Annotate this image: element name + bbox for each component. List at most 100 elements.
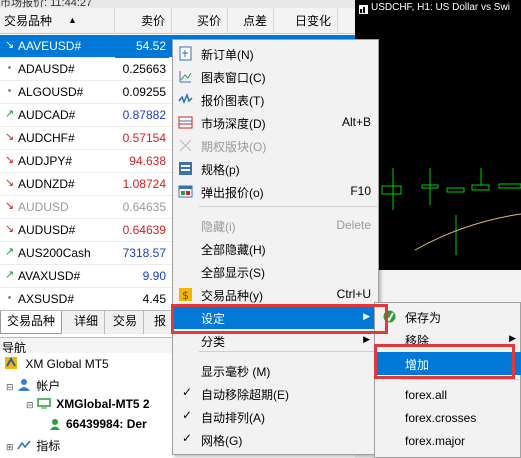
trend-flat-icon: • — [7, 85, 12, 97]
menu-item-grid[interactable]: ✓ 网格(G) — [173, 428, 378, 451]
row-bid: 94.638 — [129, 154, 166, 168]
submenu-separator — [401, 379, 519, 380]
popup-prices-icon — [178, 184, 193, 199]
menu-item-chart-window[interactable]: 图表窗口(C) — [173, 65, 378, 88]
tick-chart-icon — [178, 92, 193, 107]
sort-arrow-icon: ▲ — [68, 15, 77, 25]
tab-trading[interactable]: 交易 — [107, 311, 145, 334]
navigator-item-accounts[interactable]: ⊟ 帐户 — [6, 377, 60, 394]
menu-item-market-depth[interactable]: 市场深度(D) Alt+B — [173, 111, 378, 134]
menu-item-hide[interactable]: 隐藏(i) Delete — [173, 214, 378, 237]
menu-item-auto-remove-expired[interactable]: ✓ 自动移除超期(E) — [173, 382, 378, 405]
trend-up-icon: ↗ — [4, 108, 15, 120]
row-bid: 9.90 — [142, 269, 166, 283]
row-symbol: AAVEUSD# — [18, 39, 82, 53]
navigator-header: 导航 — [0, 337, 175, 355]
menu-separator — [199, 206, 377, 207]
menu-item-label: 自动排列(A) — [201, 411, 265, 425]
menu-item-shortcut: Alt+B — [341, 115, 371, 129]
account-icon — [48, 417, 62, 431]
tree-collapse-icon: ⊟ — [6, 382, 14, 392]
column-header-bid[interactable]: 卖价 — [115, 8, 172, 34]
tree-expand-icon: ⊞ — [6, 442, 14, 452]
menu-item-tick-chart[interactable]: 报价图表(T) — [173, 88, 378, 111]
context-menu: 新订单(N) 图表窗口(C) 报价图表(T) 市场深度(D) Alt+B 期权版块(O) 规… — [172, 39, 379, 455]
chart-window-icon — [178, 69, 193, 84]
tab-symbols[interactable]: 交易品种 — [0, 311, 63, 334]
menu-item-label: 自动移除超期(E) — [201, 388, 289, 402]
row-symbol: AVAXUSD# — [18, 269, 81, 283]
menu-item-options[interactable]: 期权版块(O) — [173, 134, 378, 157]
navigator-item-broker[interactable]: XM Global MT5 — [4, 356, 109, 371]
market-depth-icon — [178, 115, 193, 130]
menu-item-show-milliseconds[interactable]: 显示毫秒 (M) — [173, 359, 378, 382]
row-symbol: AUDJPY# — [18, 154, 73, 168]
submenu-item-forex-all[interactable]: forex.all — [375, 384, 521, 407]
row-symbol: ADAUSD# — [18, 62, 75, 76]
row-symbol: ALGOUSD# — [18, 85, 84, 99]
menu-item-label: 全部显示(S) — [201, 266, 265, 280]
specification-icon — [178, 161, 193, 176]
menu-item-hide-all[interactable]: 全部隐藏(H) — [173, 237, 378, 260]
svg-text:$: $ — [182, 289, 189, 302]
row-bid: 0.87882 — [122, 108, 166, 122]
row-symbol: AUS200Cash — [18, 246, 91, 260]
menu-item-label: 新订单(N) — [201, 48, 254, 62]
column-header-spread[interactable]: 点差 — [228, 8, 274, 34]
row-bid: 0.09255 — [122, 85, 166, 99]
menu-item-label: 图表窗口(C) — [201, 71, 266, 85]
row-symbol: AXSUSD# — [18, 292, 75, 306]
menu-item-label: 全部隐藏(H) — [201, 243, 266, 257]
menu-item-label: 网格(G) — [201, 434, 243, 448]
navigator-item-account-number[interactable]: 66439984: Der — [50, 417, 147, 431]
market-watch-header: 交易品种 ▲ 卖价 买价 点差 日变化 — [0, 8, 355, 34]
highlight-box-add — [374, 344, 515, 379]
row-bid: 4.45 — [142, 292, 166, 306]
menu-item-new-order[interactable]: 新订单(N) — [173, 42, 378, 65]
symbols-icon: $ — [178, 287, 193, 302]
menu-item-label: 隐藏(i) — [201, 220, 236, 234]
trend-down-icon: ↘ — [4, 39, 15, 51]
trend-down-icon: ↘ — [4, 131, 15, 143]
menu-item-symbols[interactable]: $ 交易品种(y) Ctrl+U — [173, 283, 378, 306]
highlight-box-settings — [171, 304, 388, 334]
submenu-item-save-as[interactable]: 保存为 — [375, 305, 521, 328]
market-watch-tabs: 交易品种 详细 交易 报 — [0, 310, 175, 334]
submenu-arrow-icon: ▶ — [363, 334, 370, 344]
menu-item-show-all[interactable]: 全部显示(S) — [173, 260, 378, 283]
column-header-daily-change[interactable]: 日变化 — [274, 8, 338, 34]
row-bid: 0.64635 — [122, 200, 166, 214]
checkmark-icon: ✓ — [182, 431, 193, 445]
menu-item-label: 期权版块(O) — [201, 140, 267, 154]
column-header-symbol[interactable]: 交易品种 ▲ — [0, 8, 115, 34]
submenu-item-forex-crosses[interactable]: forex.crosses — [375, 407, 521, 430]
tab-details[interactable]: 详细 — [68, 311, 106, 334]
navigator-item-server[interactable]: ⊟ XMGlobal-MT5 2 — [26, 397, 150, 411]
row-bid: 54.52 — [115, 35, 169, 58]
checkmark-icon: ✓ — [182, 408, 193, 422]
market-watch-titlebar: 市场报价: 11:44:27 — [0, 0, 355, 8]
chart-candles — [381, 168, 521, 255]
menu-separator — [199, 351, 377, 352]
trend-down-icon: ↘ — [4, 154, 15, 166]
row-symbol: AUDUSD# — [18, 223, 76, 237]
market-watch-title: 市场报价: 11:44:27 — [0, 0, 93, 8]
row-symbol: AUDCHF# — [18, 131, 75, 145]
row-bid: 0.64639 — [122, 223, 166, 237]
row-bid: 1.08724 — [122, 177, 166, 191]
settings-submenu: 保存为 移除 ▶ 增加 forex.all forex.crosses forex.majo… — [374, 302, 521, 458]
submenu-item-label: 保存为 — [405, 311, 442, 325]
accounts-icon — [17, 378, 31, 392]
menu-item-auto-arrange[interactable]: ✓ 自动排列(A) — [173, 405, 378, 428]
trend-down-icon: ↘ — [4, 223, 15, 235]
tab-ticks[interactable]: 报 — [148, 311, 174, 334]
new-order-icon — [178, 46, 193, 61]
menu-item-label: 弹出报价(o) — [201, 186, 264, 200]
menu-item-popup-prices[interactable]: 弹出报价(o) F10 — [173, 180, 378, 203]
submenu-item-forex-major[interactable]: forex.major — [375, 430, 521, 453]
column-header-ask[interactable]: 买价 — [172, 8, 228, 34]
menu-item-specification[interactable]: 规格(p) — [173, 157, 378, 180]
chart-window[interactable]: USDCHF, H1: US Dollar vs Swi — [355, 0, 521, 270]
navigator-item-indicators[interactable]: ⊞ 指标 — [6, 437, 60, 454]
column-header-spacer — [338, 8, 355, 34]
